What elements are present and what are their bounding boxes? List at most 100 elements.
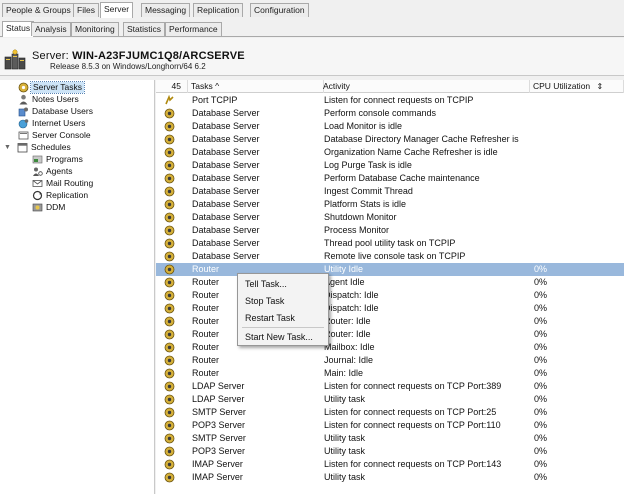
table-row[interactable]: IMAP Server Utility task 0% xyxy=(156,471,624,484)
sort-icon: ⇕ xyxy=(596,82,604,91)
user-icon xyxy=(19,94,28,105)
expand-arrow-icon[interactable]: ▼ xyxy=(4,142,11,153)
programs-icon xyxy=(32,155,43,164)
table-row[interactable]: Router Mailbox: Idle 0% xyxy=(156,341,624,354)
table-row[interactable]: Router Agent Idle 0% xyxy=(156,276,624,289)
table-row[interactable]: Database Server Database Directory Manage… xyxy=(156,133,624,146)
table-row[interactable]: Database Server Remote live console task … xyxy=(156,250,624,263)
menu-tell-task[interactable]: Tell Task... xyxy=(245,278,287,290)
table-row[interactable]: POP3 Server Listen for connect requests o… xyxy=(156,419,624,432)
activity-cell: Process Monitor xyxy=(324,225,390,235)
gear-task-icon xyxy=(164,329,175,340)
tab-analysis[interactable]: Analysis xyxy=(31,22,71,36)
column-header-cpu-label: CPU Utilization xyxy=(533,81,591,91)
tree-item-label: Server Console xyxy=(32,130,91,140)
table-row[interactable]: POP3 Server Utility task 0% xyxy=(156,445,624,458)
cpu-cell: 0% xyxy=(534,264,548,274)
cpu-cell: 0% xyxy=(534,316,548,326)
server-name: WIN-A23FJUMC1Q8/ARCSERVE xyxy=(72,50,245,62)
table-row[interactable]: Router Main: Idle 0% xyxy=(156,367,624,380)
table-row[interactable]: Database Server Perform Database Cache ma… xyxy=(156,172,624,185)
table-row[interactable]: Database Server Load Monitor is idle xyxy=(156,120,624,133)
task-cell: Router xyxy=(192,316,220,326)
task-cell: Database Server xyxy=(192,121,260,131)
table-row[interactable]: Router Router: Idle 0% xyxy=(156,315,624,328)
column-header-cpu[interactable]: CPU Utilization ⇕ xyxy=(530,80,624,93)
cpu-cell: 0% xyxy=(534,433,548,443)
table-row[interactable]: Router Router: Idle 0% xyxy=(156,328,624,341)
gear-task-icon xyxy=(164,459,175,470)
activity-cell: Utility task xyxy=(324,472,366,482)
gear-task-icon xyxy=(164,264,175,275)
table-row[interactable]: LDAP Server Utility task 0% xyxy=(156,393,624,406)
gear-task-icon xyxy=(164,433,175,444)
tab-status[interactable]: Status xyxy=(2,21,35,37)
table-row[interactable]: SMTP Server Utility task 0% xyxy=(156,432,624,445)
cpu-cell: 0% xyxy=(534,290,548,300)
tab-people-groups[interactable]: People & Groups xyxy=(2,3,75,17)
tab-server[interactable]: Server xyxy=(100,2,134,18)
activity-cell: Listen for connect requests on TCP Port:… xyxy=(324,381,502,391)
task-cell: SMTP Server xyxy=(192,433,246,443)
task-cell: Database Server xyxy=(192,186,260,196)
menu-separator xyxy=(242,327,324,328)
gear-task-icon xyxy=(164,251,175,262)
tree-item-label: Notes Users xyxy=(32,94,79,104)
table-row[interactable]: Router Dispatch: Idle 0% xyxy=(156,289,624,302)
table-row[interactable]: IMAP Server Listen for connect requests o… xyxy=(156,458,624,471)
gear-task-icon xyxy=(164,355,175,366)
gear-task-icon xyxy=(164,303,175,314)
task-cell: LDAP Server xyxy=(192,381,245,391)
table-row[interactable]: SMTP Server Listen for connect requests o… xyxy=(156,406,624,419)
menu-start-new-task[interactable]: Start New Task... xyxy=(245,331,313,343)
gear-task-icon xyxy=(164,147,175,158)
table-row[interactable]: Database Server Perform console commands xyxy=(156,107,624,120)
console-icon xyxy=(18,131,29,140)
table-row[interactable]: Database Server Thread pool utility task … xyxy=(156,237,624,250)
task-cell: Router xyxy=(192,264,220,274)
tree-item-label: Replication xyxy=(46,190,89,200)
table-row[interactable]: LDAP Server Listen for connect requests o… xyxy=(156,380,624,393)
gear-task-icon xyxy=(164,134,175,145)
table-row[interactable]: Database Server Ingest Commit Thread xyxy=(156,185,624,198)
gear-task-icon xyxy=(164,238,175,249)
column-header-tasks[interactable]: Tasks ^ xyxy=(188,80,324,93)
gear-task-icon xyxy=(164,290,175,301)
table-row[interactable]: Database Server Process Monitor xyxy=(156,224,624,237)
activity-cell: Utility Idle xyxy=(324,264,364,274)
tab-statistics[interactable]: Statistics xyxy=(123,22,166,36)
gear-task-icon xyxy=(164,108,175,119)
activity-cell: Mailbox: Idle xyxy=(324,342,375,352)
column-header-activity[interactable]: Activity xyxy=(320,80,530,93)
tab-monitoring[interactable]: Monitoring xyxy=(71,22,119,36)
table-row[interactable]: Router Utility Idle 0% xyxy=(156,263,624,276)
gear-task-icon xyxy=(164,472,175,483)
table-row[interactable]: Database Server Shutdown Monitor xyxy=(156,211,624,224)
server-label: Server: xyxy=(32,50,69,62)
tree-item-label: Server Tasks xyxy=(30,81,85,94)
cpu-cell: 0% xyxy=(534,368,548,378)
cpu-cell: 0% xyxy=(534,407,548,417)
tab-files[interactable]: Files xyxy=(73,3,99,17)
tab-configuration[interactable]: Configuration xyxy=(250,3,309,17)
table-row[interactable]: Database Server Organization Name Cache R… xyxy=(156,146,624,159)
tab-replication[interactable]: Replication xyxy=(193,3,244,17)
menu-restart-task[interactable]: Restart Task xyxy=(245,312,295,324)
cpu-cell: 0% xyxy=(534,459,548,469)
table-row[interactable]: Database Server Platform Stats is idle xyxy=(156,198,624,211)
table-row[interactable]: Router Journal: Idle 0% xyxy=(156,354,624,367)
table-row[interactable]: Port TCPIP Listen for connect requests on… xyxy=(156,94,624,107)
table-row[interactable]: Router Dispatch: Idle 0% xyxy=(156,302,624,315)
tree-item-label: Database Users xyxy=(32,106,93,116)
task-cell: Database Server xyxy=(192,160,260,170)
table-row[interactable]: Database Server Log Purge Task is idle xyxy=(156,159,624,172)
task-count: 45 xyxy=(156,80,188,93)
menu-stop-task[interactable]: Stop Task xyxy=(245,295,284,307)
gear-task-icon xyxy=(164,199,175,210)
context-menu: Tell Task... Stop Task Restart Task Star… xyxy=(237,273,329,346)
agent-icon xyxy=(33,167,43,176)
gear-task-icon xyxy=(164,407,175,418)
tab-performance[interactable]: Performance xyxy=(165,22,222,36)
tab-messaging[interactable]: Messaging xyxy=(141,3,191,17)
grid-header: 45 Tasks ^ Activity CPU Utilization ⇕ xyxy=(156,80,624,93)
